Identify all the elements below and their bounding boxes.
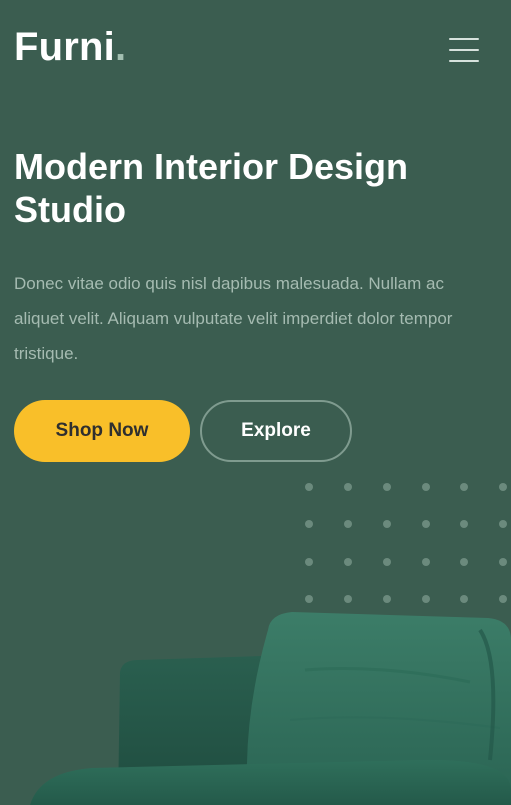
logo[interactable]: Furni. xyxy=(14,27,126,67)
hamburger-bar xyxy=(449,60,479,62)
hero-title-line-2: Studio xyxy=(14,189,126,230)
dot-pattern xyxy=(305,483,507,603)
hamburger-bar xyxy=(449,49,479,51)
explore-button[interactable]: Explore xyxy=(200,400,352,462)
site-header: Furni. xyxy=(0,0,511,100)
hero-title-line-1: Modern Interior Design xyxy=(14,146,409,187)
shop-now-button[interactable]: Shop Now xyxy=(14,400,190,462)
logo-text: Furni xyxy=(14,25,115,69)
hero-title: Modern Interior Design Studio xyxy=(14,145,484,231)
sofa-image xyxy=(30,612,511,805)
hero-description: Donec vitae odio quis nisl dapibus males… xyxy=(14,274,453,363)
hamburger-bar xyxy=(449,38,479,40)
hamburger-icon[interactable] xyxy=(445,35,481,65)
logo-dot: . xyxy=(114,25,127,69)
